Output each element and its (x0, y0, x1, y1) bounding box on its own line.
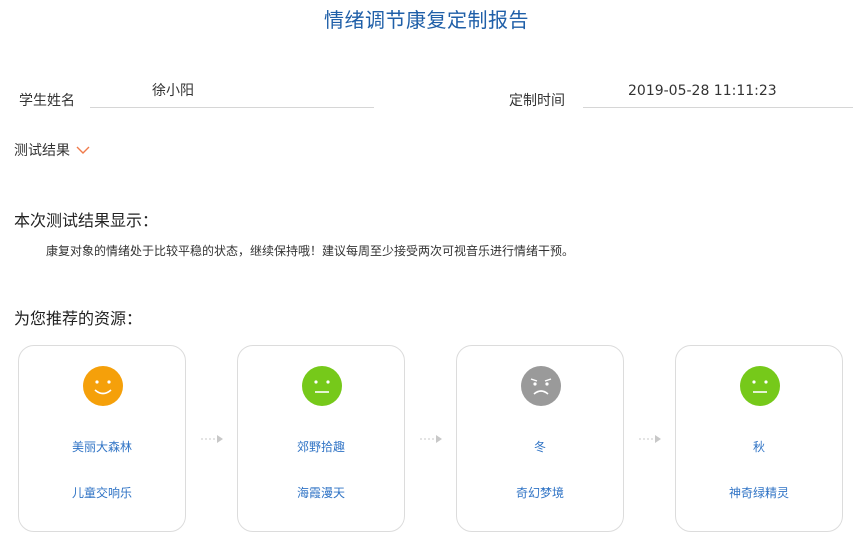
sad-face-icon (521, 366, 561, 406)
arrow-right-icon (420, 435, 442, 443)
arrow-right-icon (639, 435, 661, 443)
resource-link[interactable]: 海霞漫天 (238, 484, 404, 501)
resource-link[interactable]: 秋 (676, 438, 842, 455)
summary-heading: 本次测试结果显示： (14, 211, 159, 230)
student-name-label: 学生姓名 (19, 93, 75, 109)
resource-link[interactable]: 冬 (457, 438, 623, 455)
resource-link[interactable]: 郊野拾趣 (238, 438, 404, 455)
resource-card: 郊野拾趣 海霞漫天 (237, 345, 405, 532)
student-name-field[interactable]: 徐小阳 (90, 82, 374, 108)
resource-card: 秋 神奇绿精灵 (675, 345, 843, 532)
recommend-heading: 为您推荐的资源： (14, 309, 143, 328)
test-result-toggle[interactable]: 测试结果 (14, 140, 90, 160)
test-result-label: 测试结果 (14, 143, 70, 159)
smile-face-icon (83, 366, 123, 406)
resource-link[interactable]: 美丽大森林 (19, 438, 185, 455)
resource-link[interactable]: 神奇绿精灵 (676, 484, 842, 501)
custom-time-field[interactable]: 2019-05-28 11:11:23 (583, 82, 853, 108)
resource-link[interactable]: 奇幻梦境 (457, 484, 623, 501)
chevron-down-icon (76, 146, 90, 154)
custom-time-label: 定制时间 (509, 93, 565, 109)
summary-text: 康复对象的情绪处于比较平稳的状态，继续保持哦！建议每周至少接受两次可视音乐进行情… (46, 244, 575, 258)
page-title: 情绪调节康复定制报告 (324, 8, 529, 32)
neutral-face-icon (740, 366, 780, 406)
resource-link[interactable]: 儿童交响乐 (19, 484, 185, 501)
neutral-face-icon (302, 366, 342, 406)
resource-card: 美丽大森林 儿童交响乐 (18, 345, 186, 532)
arrow-right-icon (201, 435, 223, 443)
resource-card: 冬 奇幻梦境 (456, 345, 624, 532)
